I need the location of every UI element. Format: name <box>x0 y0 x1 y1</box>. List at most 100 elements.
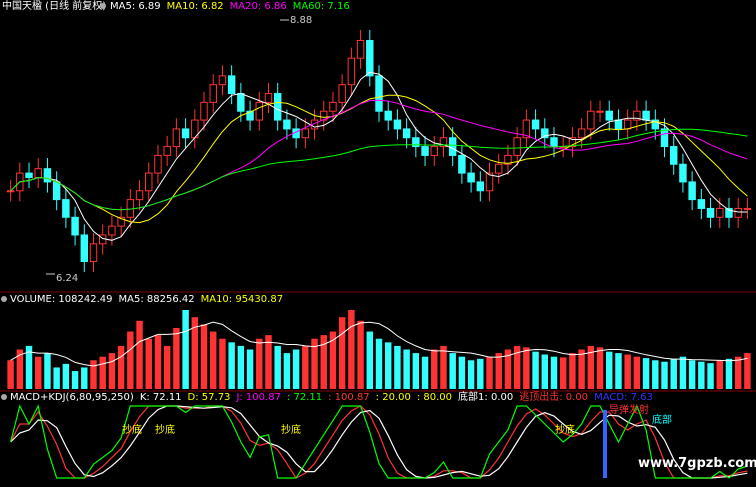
candle-body <box>375 75 383 112</box>
volume-bar <box>375 338 383 389</box>
candle-body <box>218 75 227 86</box>
volume-bar <box>449 353 456 389</box>
volume-bar <box>136 320 143 389</box>
indicator-line <box>10 404 748 479</box>
volume-bar <box>569 353 576 389</box>
candle-body <box>495 163 503 174</box>
candle-body <box>338 84 346 103</box>
candle-body <box>642 110 650 121</box>
indicator-legend: MACD+KDJ(6,80,95,250) K: 72.11 D: 57.73 J: … <box>10 390 653 403</box>
candle-body <box>301 128 310 139</box>
legend-item: MACD+KDJ(6,80,95,250) <box>10 392 134 403</box>
volume-bar <box>302 345 309 389</box>
candle-body <box>108 225 116 236</box>
candle-body <box>577 128 586 139</box>
legend-item: : 100.87 <box>328 392 370 403</box>
candle-body <box>366 40 374 77</box>
ma-legend-item: MA10: 6.82 <box>167 1 224 12</box>
volume-bar <box>62 363 70 389</box>
volume-bar <box>652 360 659 389</box>
volume-bar <box>394 345 401 389</box>
candle-body <box>237 93 245 112</box>
volume-bar <box>421 356 429 389</box>
volume-bar <box>661 361 668 389</box>
volume-bar <box>209 331 217 389</box>
volume-bar <box>219 338 226 389</box>
candle-body <box>264 93 273 103</box>
candle-body <box>71 216 79 236</box>
candle-body <box>476 181 485 192</box>
legend-item: VOLUME: 108242.49 <box>10 294 113 305</box>
candle-body <box>614 119 623 130</box>
volume-bar <box>283 353 291 389</box>
candle-body <box>743 207 752 210</box>
volume-bar <box>108 353 116 389</box>
stock-chart: 中国天楹 (日线 前复权) MA5: 6.89 MA10: 6.82 MA20: 6… <box>0 0 756 479</box>
volume-bar <box>366 331 374 389</box>
volume-bar <box>412 353 420 389</box>
candle-body <box>430 146 438 156</box>
candle-body <box>181 128 190 139</box>
candle-body <box>669 146 678 165</box>
volume-bar <box>200 324 208 389</box>
volume-bar <box>716 360 723 389</box>
stock-title: 中国天楹 (日线 前复权) <box>2 0 106 12</box>
candle-body <box>688 181 696 201</box>
candle-body <box>660 128 669 148</box>
candle-body <box>227 75 236 95</box>
candle-body <box>706 207 715 218</box>
ma-legend-item: MA60: 7.16 <box>293 1 350 12</box>
legend-item: MA10: 95430.87 <box>201 294 283 305</box>
volume-settings-icon[interactable] <box>1 296 7 302</box>
volume-bar <box>559 357 567 389</box>
price-header: 中国天楹 (日线 前复权) MA5: 6.89 MA10: 6.82 MA20: 6… <box>2 0 350 12</box>
candle-body <box>273 93 282 121</box>
candle-body <box>200 101 208 121</box>
candle-body <box>154 154 162 174</box>
candle-body <box>347 57 356 86</box>
volume-bar <box>606 351 613 389</box>
volume-bar <box>53 367 60 389</box>
indicator-header: MACD+KDJ(6,80,95,250) K: 72.11 D: 57.73 J: … <box>1 390 653 403</box>
annotation-label: 抄底 <box>281 423 301 436</box>
volume-bar <box>688 360 696 389</box>
candle-body <box>458 154 466 174</box>
indicator-lines <box>10 404 748 479</box>
volume-bar <box>642 358 650 389</box>
volume-bar <box>523 347 530 389</box>
candle-body <box>384 110 392 121</box>
annotation-label: 导弹发射 <box>609 403 649 416</box>
candle-body <box>448 137 457 156</box>
legend-item: : 20.00 <box>376 392 411 403</box>
volume-bar <box>403 349 410 389</box>
legend-item: 逃顶出击: 0.00 <box>519 390 588 403</box>
ma-legend-item: MA20: 6.86 <box>230 1 287 12</box>
volume-bar <box>145 338 152 389</box>
low-label: 6.24 <box>56 273 78 284</box>
volume-bar <box>458 356 466 389</box>
watermark: www.7gpzb.com <box>638 456 756 471</box>
volume-bar <box>265 335 272 389</box>
candle-body <box>596 110 604 113</box>
settings-dot-icon[interactable] <box>100 3 106 9</box>
candle-body <box>605 110 613 121</box>
candle-body <box>402 128 411 139</box>
candle-body <box>6 190 15 193</box>
volume-bar <box>228 342 235 389</box>
candle-body <box>550 137 558 148</box>
annotation-label: 抄底 <box>555 423 575 436</box>
volume-bar <box>44 353 51 389</box>
candle-body <box>62 199 70 218</box>
candle-body <box>587 110 595 130</box>
candle-body <box>25 172 33 179</box>
volume-bar <box>615 353 622 389</box>
indicator-settings-icon[interactable] <box>1 394 7 400</box>
candle-body <box>283 119 291 130</box>
volume-bar <box>99 356 106 389</box>
volume-bar <box>7 360 14 389</box>
candle-body <box>393 119 402 130</box>
candle-body <box>697 199 706 209</box>
volume-bar <box>734 356 742 389</box>
ma-legend-item: MA5: 6.89 <box>110 1 161 12</box>
volume-bar <box>440 345 447 389</box>
